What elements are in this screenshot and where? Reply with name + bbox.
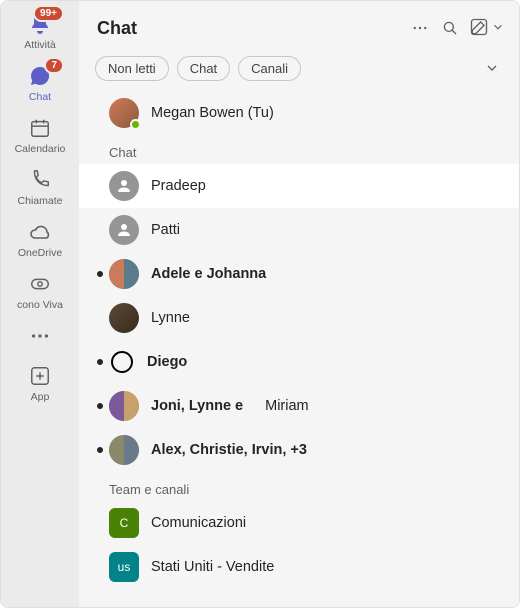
rail-label: cono Viva [17, 299, 63, 311]
chat-item-pradeep[interactable]: Pradeep [79, 164, 519, 208]
more-button[interactable] [405, 13, 435, 43]
section-teams: Team e canali [79, 472, 519, 501]
chat-name: Pradeep [151, 178, 206, 194]
page-title: Chat [97, 18, 405, 39]
rail-label: Chat [29, 91, 51, 103]
activity-badge: 99+ [33, 5, 64, 22]
rail-chat[interactable]: 7 Chat [6, 57, 74, 109]
more-icon [27, 323, 53, 349]
filter-channels[interactable]: Canali [238, 56, 301, 81]
rail-onedrive[interactable]: OneDrive [6, 213, 74, 265]
status-ring-icon [111, 351, 133, 373]
chat-item-diego[interactable]: Diego [79, 340, 519, 384]
channel-item-stati-uniti[interactable]: us Stati Uniti - Vendite [79, 545, 519, 589]
avatar [109, 391, 139, 421]
self-item[interactable]: Megan Bowen (Tu) [79, 91, 519, 135]
self-name: Megan Bowen (Tu) [151, 105, 274, 121]
chat-list: Megan Bowen (Tu) Chat Pradeep Patti [79, 91, 519, 607]
rail-label: App [31, 391, 50, 403]
chat-item-joni-lynne[interactable]: Joni, Lynne e Miriam [79, 384, 519, 428]
channel-item-comunicazioni[interactable]: C Comunicazioni [79, 501, 519, 545]
channel-name: Comunicazioni [151, 515, 246, 531]
chat-item-alex-group[interactable]: Alex, Christie, Irvin, +3 [79, 428, 519, 472]
chat-name: Lynne [151, 310, 190, 326]
chat-name: Patti [151, 222, 180, 238]
chat-panel: Chat Non letti Chat Canali [79, 1, 519, 607]
rail-calendar[interactable]: Calendario [6, 109, 74, 161]
channel-avatar: C [109, 508, 139, 538]
calendar-icon [27, 115, 53, 141]
chat-extra: Miriam [265, 398, 309, 414]
unread-dot-icon [97, 403, 103, 409]
panel-header: Chat [79, 1, 519, 51]
section-chat: Chat [79, 135, 519, 164]
rail-label: Attività [24, 39, 56, 51]
unread-dot-icon [97, 271, 103, 277]
chat-badge: 7 [44, 57, 64, 74]
rail-label: Calendario [15, 143, 66, 155]
plus-square-icon [27, 363, 53, 389]
left-rail: 99+ Attività 7 Chat Calendario Chiamate [1, 1, 79, 607]
avatar [109, 259, 139, 289]
chat-name: Joni, Lynne e [151, 398, 243, 414]
filter-row: Non letti Chat Canali [79, 51, 519, 91]
channel-name: Stati Uniti - Vendite [151, 559, 274, 575]
rail-viva[interactable]: cono Viva [6, 265, 74, 317]
rail-calls[interactable]: Chiamate [6, 161, 74, 213]
unread-dot-icon [97, 359, 103, 365]
rail-more[interactable] [6, 317, 74, 355]
phone-icon [27, 167, 53, 193]
filter-unread[interactable]: Non letti [95, 56, 169, 81]
channel-avatar: us [109, 552, 139, 582]
collapse-button[interactable] [479, 55, 505, 81]
avatar [109, 435, 139, 465]
chevron-down-icon [491, 20, 505, 37]
link-icon [27, 271, 53, 297]
compose-icon [469, 17, 489, 40]
avatar [109, 171, 139, 201]
rail-apps[interactable]: App [6, 357, 74, 409]
chat-name: Adele e Johanna [151, 266, 266, 282]
chat-item-adele-johanna[interactable]: Adele e Johanna [79, 252, 519, 296]
new-chat-button[interactable] [469, 17, 505, 40]
avatar [109, 215, 139, 245]
rail-activity[interactable]: 99+ Attività [6, 5, 74, 57]
chat-item-patti[interactable]: Patti [79, 208, 519, 252]
chat-name: Diego [147, 354, 187, 370]
rail-label: Chiamate [18, 195, 63, 207]
presence-available-icon [130, 119, 141, 130]
app-root: 99+ Attività 7 Chat Calendario Chiamate [0, 0, 520, 608]
unread-dot-icon [97, 447, 103, 453]
filter-chat[interactable]: Chat [177, 56, 230, 81]
chat-item-lynne[interactable]: Lynne [79, 296, 519, 340]
rail-label: OneDrive [18, 247, 62, 259]
avatar [109, 303, 139, 333]
cloud-icon [27, 219, 53, 245]
search-button[interactable] [435, 13, 465, 43]
chat-name: Alex, Christie, Irvin, +3 [151, 442, 307, 458]
